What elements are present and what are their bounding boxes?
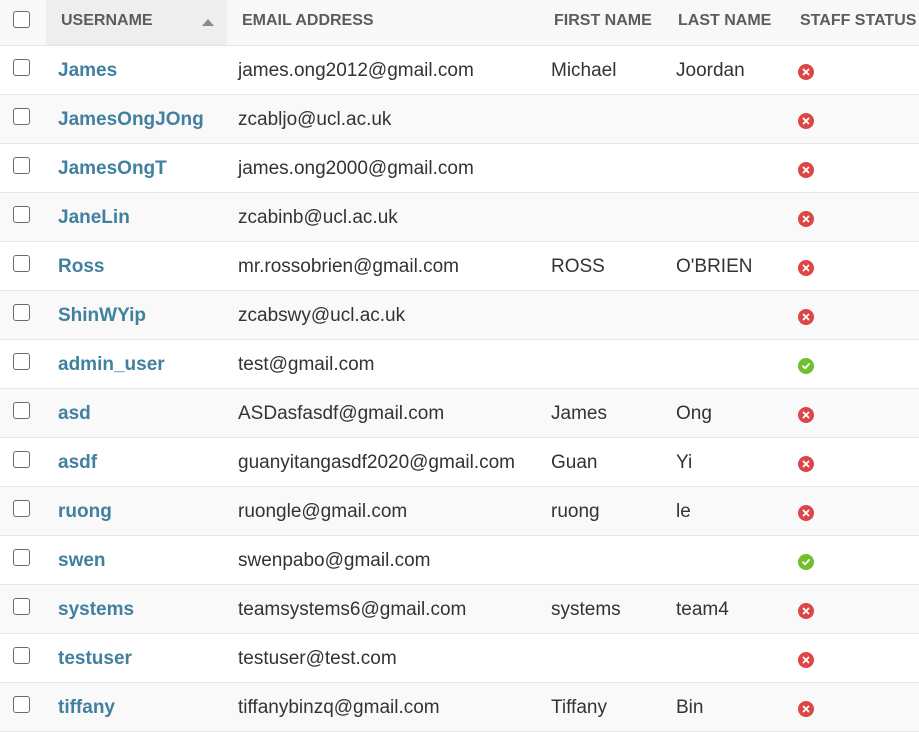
username-link[interactable]: systems — [58, 599, 134, 621]
username-link[interactable]: swen — [58, 550, 106, 572]
table-row: JamesOngJOng zcabljo@ucl.ac.uk — [0, 95, 919, 144]
username-link[interactable]: JamesOngJOng — [58, 109, 204, 131]
first-name-cell: Michael — [551, 60, 617, 81]
username-link[interactable]: asd — [58, 403, 91, 425]
username-link[interactable]: tiffany — [58, 697, 115, 719]
table-row: asd ASDasfasdf@gmail.com James Ong — [0, 389, 919, 438]
x-circle-icon — [798, 260, 814, 276]
row-checkbox[interactable] — [13, 206, 30, 223]
table-row: admin_user test@gmail.com — [0, 340, 919, 389]
email-cell: james.ong2000@gmail.com — [238, 158, 474, 179]
last-name-cell: Bin — [676, 697, 704, 718]
x-circle-icon — [798, 64, 814, 80]
email-cell: swenpabo@gmail.com — [238, 550, 431, 571]
first-name-cell: ruong — [551, 501, 600, 522]
username-link[interactable]: JamesOngT — [58, 158, 167, 180]
table-row: asdf guanyitangasdf2020@gmail.com Guan Yi — [0, 438, 919, 487]
x-circle-icon — [798, 407, 814, 423]
column-header-username[interactable]: USERNAME — [61, 12, 153, 30]
column-header-first-name[interactable]: FIRST NAME — [554, 12, 652, 30]
email-cell: zcabljo@ucl.ac.uk — [238, 109, 392, 130]
last-name-cell: Joordan — [676, 60, 745, 81]
column-header-email[interactable]: EMAIL ADDRESS — [242, 12, 374, 30]
x-circle-icon — [798, 162, 814, 178]
table-row: ruong ruongle@gmail.com ruong le — [0, 487, 919, 536]
email-cell: ruongle@gmail.com — [238, 501, 408, 522]
row-checkbox[interactable] — [13, 59, 30, 76]
first-name-cell: James — [551, 403, 607, 424]
x-circle-icon — [798, 456, 814, 472]
row-checkbox[interactable] — [13, 549, 30, 566]
first-name-cell: Guan — [551, 452, 598, 473]
username-link[interactable]: Ross — [58, 256, 104, 278]
first-name-cell: ROSS — [551, 256, 605, 277]
select-all-checkbox[interactable] — [13, 11, 30, 28]
check-circle-icon — [798, 358, 814, 374]
row-checkbox[interactable] — [13, 451, 30, 468]
email-cell: test@gmail.com — [238, 354, 375, 375]
row-checkbox[interactable] — [13, 647, 30, 664]
x-circle-icon — [798, 652, 814, 668]
row-checkbox[interactable] — [13, 402, 30, 419]
email-cell: ASDasfasdf@gmail.com — [238, 403, 445, 424]
table-row: ShinWYip zcabswy@ucl.ac.uk — [0, 291, 919, 340]
x-circle-icon — [798, 603, 814, 619]
sort-ascending-icon[interactable] — [202, 19, 214, 26]
table-row: swen swenpabo@gmail.com — [0, 536, 919, 585]
username-link[interactable]: testuser — [58, 648, 132, 670]
email-cell: guanyitangasdf2020@gmail.com — [238, 452, 516, 473]
email-cell: teamsystems6@gmail.com — [238, 599, 467, 620]
x-circle-icon — [798, 113, 814, 129]
row-checkbox[interactable] — [13, 500, 30, 517]
email-cell: testuser@test.com — [238, 648, 397, 669]
email-cell: mr.rossobrien@gmail.com — [238, 256, 459, 277]
last-name-cell: team4 — [676, 599, 729, 620]
username-link[interactable]: ShinWYip — [58, 305, 146, 327]
x-circle-icon — [798, 505, 814, 521]
last-name-cell: Yi — [676, 452, 693, 473]
table-header: USERNAME EMAIL ADDRESS FIRST NAME LAST N… — [0, 0, 919, 46]
username-link[interactable]: admin_user — [58, 354, 165, 376]
x-circle-icon — [798, 309, 814, 325]
username-link[interactable]: JaneLin — [58, 207, 130, 229]
username-link[interactable]: asdf — [58, 452, 97, 474]
table-row: Ross mr.rossobrien@gmail.com ROSS O'BRIEN — [0, 242, 919, 291]
last-name-cell: le — [676, 501, 691, 522]
table-row: James james.ong2012@gmail.com Michael Joord… — [0, 46, 919, 95]
row-checkbox[interactable] — [13, 353, 30, 370]
email-cell: zcabinb@ucl.ac.uk — [238, 207, 398, 228]
last-name-cell: Ong — [676, 403, 712, 424]
table-row: tiffany tiffanybinzq@gmail.com Tiffany Bin — [0, 683, 919, 732]
row-checkbox[interactable] — [13, 696, 30, 713]
row-checkbox[interactable] — [13, 598, 30, 615]
column-header-last-name[interactable]: LAST NAME — [678, 12, 771, 30]
last-name-cell: O'BRIEN — [676, 256, 753, 277]
email-cell: james.ong2012@gmail.com — [238, 60, 474, 81]
table-row: JamesOngT james.ong2000@gmail.com — [0, 144, 919, 193]
table-row: systems teamsystems6@gmail.com systems team… — [0, 585, 919, 634]
table-row: testuser testuser@test.com — [0, 634, 919, 683]
x-circle-icon — [798, 701, 814, 717]
table-row: JaneLin zcabinb@ucl.ac.uk — [0, 193, 919, 242]
email-cell: zcabswy@ucl.ac.uk — [238, 305, 406, 326]
x-circle-icon — [798, 211, 814, 227]
row-checkbox[interactable] — [13, 255, 30, 272]
row-checkbox[interactable] — [13, 108, 30, 125]
username-link[interactable]: ruong — [58, 501, 112, 523]
first-name-cell: systems — [551, 599, 621, 620]
row-checkbox[interactable] — [13, 157, 30, 174]
first-name-cell: Tiffany — [551, 697, 607, 718]
username-link[interactable]: James — [58, 60, 117, 82]
row-checkbox[interactable] — [13, 304, 30, 321]
check-circle-icon — [798, 554, 814, 570]
email-cell: tiffanybinzq@gmail.com — [238, 697, 440, 718]
column-header-staff-status[interactable]: STAFF STATUS — [800, 12, 916, 30]
